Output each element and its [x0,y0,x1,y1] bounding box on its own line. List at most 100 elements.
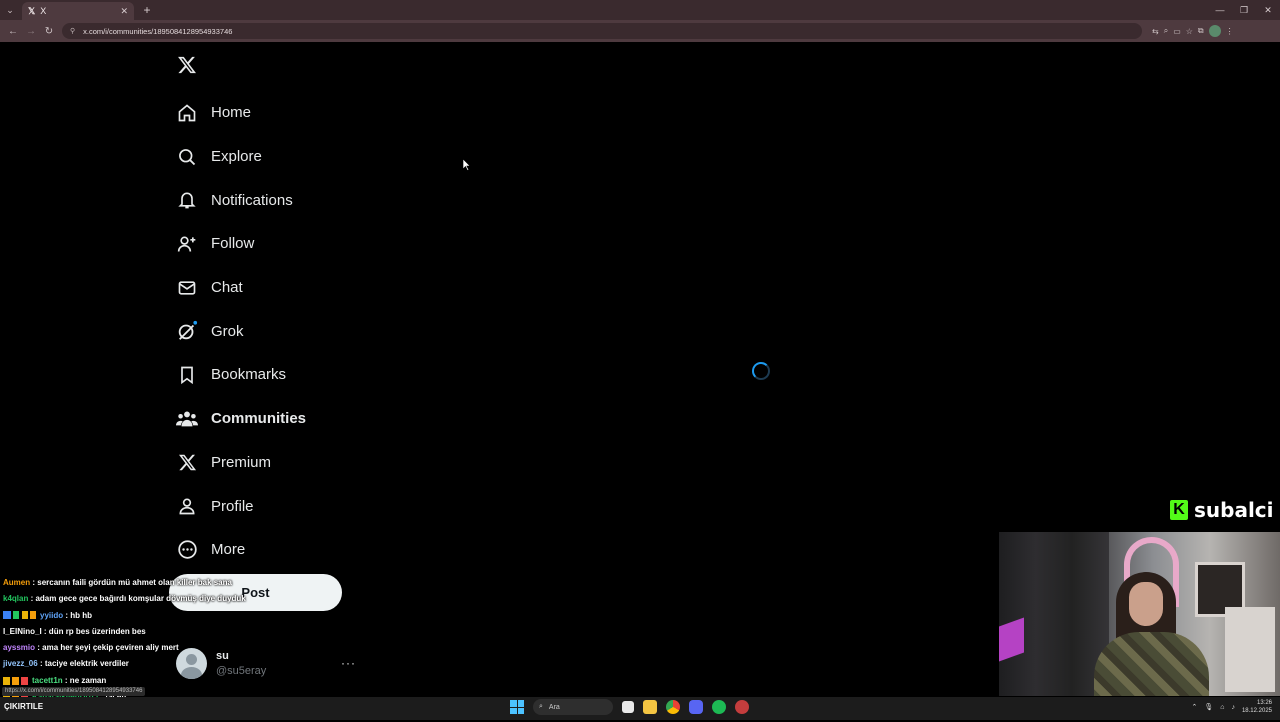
taskbar-clock[interactable]: 13:26 18.12.2025 [1242,699,1272,715]
x-logo-icon[interactable] [177,54,197,76]
search-icon: ⌕ [539,703,543,710]
address-bar[interactable]: ⚲ x.com/i/communities/189508412895493374… [62,23,1142,39]
taskbar-apps: ⌕ Ara [510,699,749,715]
chat-text: : dün rp bes üzerinden bes [43,626,146,636]
nav-item-communities[interactable]: Communities [176,397,306,441]
mic-icon[interactable]: 🎙 [1204,703,1213,711]
maximize-button[interactable]: ❐ [1232,5,1256,16]
nav-item-grok[interactable]: Grok [176,309,306,353]
nav-label-explore: Explore [211,148,262,166]
chat-text: : sercanın faili gördün mü ahmet olan ki… [32,578,232,587]
chrome-icon[interactable] [666,700,680,714]
envelope-icon [176,277,198,299]
tab-list-button[interactable]: ⌄ [0,0,20,20]
nav-item-chat[interactable]: Chat [176,266,306,310]
person-icon [176,495,198,517]
nav-label-bookmarks: Bookmarks [211,366,287,384]
windows-taskbar: ÇIKIRTILE ⌕ Ara ⌃ 🎙 ⌂ ♪ 13:26 18.12.2025 [0,697,1280,720]
person-plus-icon [176,233,198,255]
clock-time: 13:26 [1256,700,1272,706]
nav-item-profile[interactable]: Profile [176,484,306,528]
chat-message: ayssmio : ama her şeyi çekip çeviren ali… [3,640,303,656]
link-status-bar: https://x.com/i/communities/189508412895… [2,687,146,696]
chat-message: k4qlan : adam gece gece bağırdı komşular… [3,591,303,607]
volume-icon[interactable]: ♪ [1231,704,1235,711]
chat-username: I_ElNino_I [3,626,42,636]
communities-icon [176,408,198,430]
chat-username: yyiido [40,610,64,620]
streamer-brand: K subalci [1170,498,1274,522]
extensions-icon[interactable]: ⧉ [1198,26,1204,36]
toolbar-icons: ⇆ ⌕ ▭ ☆ ⧉ ⋮ [1152,25,1234,37]
nav-item-premium[interactable]: Premium [176,441,306,485]
browser-tab-bar: ⌄ 𝕏 X ✕ + — ❐ ✕ [0,0,1280,20]
home-icon [176,102,198,124]
grok-icon [176,320,198,342]
streamer-name: subalci [1194,498,1274,522]
browser-tab[interactable]: 𝕏 X ✕ [22,2,134,20]
chat-text: : ne zaman [64,675,107,685]
nav-label-notifications: Notifications [211,191,293,209]
spotify-icon[interactable] [712,700,726,714]
window-controls: — ❐ ✕ [1208,5,1280,16]
site-info-icon[interactable]: ⚲ [70,27,75,35]
chat-text: : ama her şeyi çekip çeviren aliy mert [37,643,179,653]
loading-spinner [752,362,770,380]
chat-username: jivezz_06 [3,659,38,669]
url-text: x.com/i/communities/1895084128954933746 [83,26,233,36]
reload-button[interactable]: ↻ [40,26,58,37]
chat-message: I_ElNino_I : dün rp bes üzerinden bes [3,624,303,640]
chat-text: : adam gece gece bağırdı komşular dövmüş… [30,594,246,604]
chat-message: jivezz_06 : taciye elektrik verdiler [3,656,303,672]
tray-chevron-icon[interactable]: ⌃ [1191,703,1197,711]
account-menu-icon[interactable]: ··· [341,656,356,670]
bookmark-icon [176,364,198,386]
forward-button[interactable]: → [22,26,40,37]
chat-username: tacett1n [32,675,63,685]
file-explorer-icon[interactable] [643,700,657,714]
nav-item-bookmarks[interactable]: Bookmarks [176,353,306,397]
mouse-cursor-icon [463,159,471,171]
webcam-feed [999,532,1280,696]
nav-item-follow[interactable]: Follow [176,222,306,266]
obs-icon[interactable] [735,700,749,714]
nav-label-home: Home [211,104,252,122]
taskbar-search[interactable]: ⌕ Ara [533,699,613,715]
back-button[interactable]: ← [4,26,22,37]
nav-item-explore[interactable]: Explore [176,135,306,179]
more-circle-icon [176,539,198,561]
nav-item-more[interactable]: More [176,528,306,572]
chat-message: Aumen : sercanın faili gördün mü ahmet o… [3,575,303,591]
task-view-icon[interactable] [622,701,634,713]
nav-label-communities: Communities [211,410,307,428]
bell-icon [176,189,198,211]
chat-username: Aumen [3,578,31,587]
cast-icon[interactable]: ▭ [1173,27,1181,36]
chat-username: ayssmio [3,643,36,653]
close-window-button[interactable]: ✕ [1256,5,1280,16]
nav-label-follow: Follow [211,235,255,253]
nav-item-home[interactable]: Home [176,91,306,135]
clock-date: 18.12.2025 [1241,708,1272,714]
tab-close-icon[interactable]: ✕ [120,6,128,17]
chat-badges-icon [3,676,29,685]
windows-start-icon[interactable] [510,700,524,714]
nav-label-profile: Profile [211,497,254,515]
chat-username: k4qlan [3,594,29,604]
discord-icon[interactable] [689,700,703,714]
nav-item-notifications[interactable]: Notifications [176,178,306,222]
profile-avatar[interactable] [1208,25,1221,37]
kick-logo-icon: K [1170,500,1188,520]
tab-title: X [40,6,47,16]
translate-icon[interactable]: ⇆ [1152,27,1159,36]
zoom-icon[interactable]: ⌕ [1164,26,1168,36]
menu-icon[interactable]: ⋮ [1226,27,1234,36]
bookmark-star-icon[interactable]: ☆ [1186,27,1193,36]
network-icon[interactable]: ⌂ [1220,704,1224,711]
minimize-button[interactable]: — [1208,5,1232,16]
x-favicon-icon: 𝕏 [28,5,36,16]
new-tab-button[interactable]: + [138,1,156,19]
taskbar-search-placeholder: Ara [548,703,560,711]
system-tray: ⌃ 🎙 ⌂ ♪ 13:26 18.12.2025 [1191,699,1272,715]
nav-label-grok: Grok [211,322,244,340]
